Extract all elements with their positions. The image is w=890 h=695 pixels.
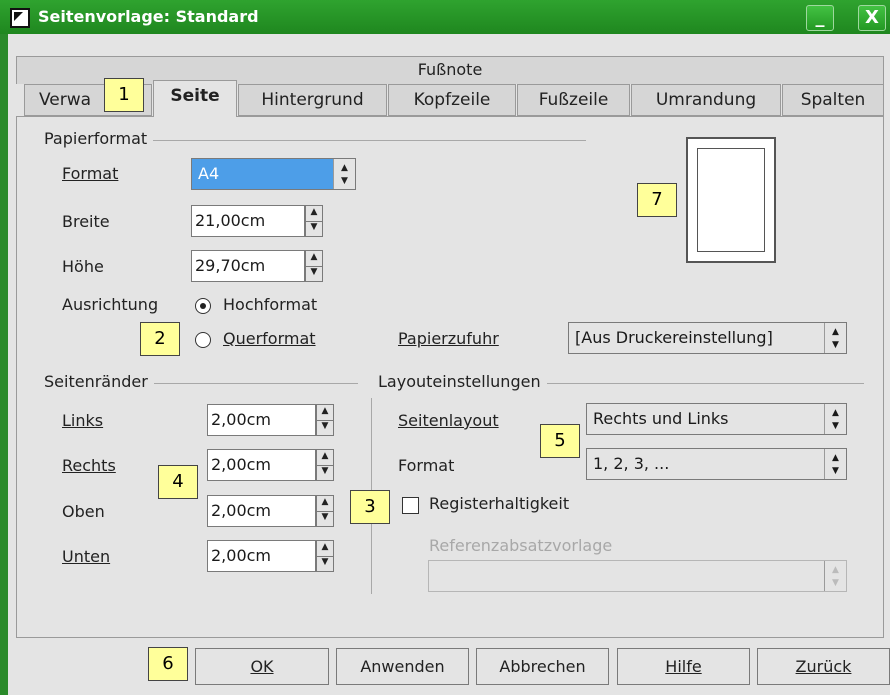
tab-fussnote[interactable]: Fußnote — [16, 56, 884, 84]
landscape-radio[interactable] — [195, 332, 211, 348]
paper-source-label: Papierzufuhr — [398, 329, 499, 348]
spin-up-icon[interactable]: ▲ — [306, 251, 322, 267]
numbering-format-select[interactable]: 1, 2, 3, ... ▲ ▼ — [586, 448, 847, 480]
orientation-label: Ausrichtung — [62, 295, 159, 314]
page-layout-select[interactable]: Rechts und Links ▲ ▼ — [586, 403, 847, 435]
page-preview — [686, 137, 776, 263]
margin-right-input[interactable]: 2,00cm — [207, 449, 316, 481]
ok-button[interactable]: OK — [195, 648, 329, 685]
title-bar[interactable]: Seitenvorlage: Standard _ X — [0, 0, 890, 34]
tab-fusszeile[interactable]: Fußzeile — [517, 84, 630, 116]
minimize-button[interactable]: _ — [806, 5, 834, 31]
height-label: Höhe — [62, 257, 104, 276]
tab-seite[interactable]: Seite — [153, 80, 237, 117]
group-label-layout: Layouteinstellungen — [378, 372, 547, 391]
spin-down-icon[interactable]: ▼ — [317, 465, 333, 480]
spin-up-icon[interactable]: ▲ — [317, 496, 333, 512]
callout-5: 5 — [540, 424, 580, 458]
callout-4: 4 — [158, 465, 198, 499]
height-spinner[interactable]: ▲ ▼ — [305, 250, 323, 282]
margin-left-spinner[interactable]: ▲ ▼ — [316, 404, 334, 436]
margin-top-input[interactable]: 2,00cm — [207, 495, 316, 527]
register-label[interactable]: Registerhaltigkeit — [429, 494, 569, 513]
updown-arrow-icon: ▲ ▼ — [333, 159, 355, 189]
page-layout-value: Rechts und Links — [593, 409, 729, 428]
tab-hintergrund[interactable]: Hintergrund — [238, 84, 387, 116]
paper-source-value: [Aus Druckereinstellung] — [575, 328, 773, 347]
numbering-format-label: Format — [398, 456, 455, 475]
back-button[interactable]: Zurück — [757, 648, 890, 685]
updown-arrow-icon: ▲ ▼ — [824, 404, 846, 434]
spin-up-icon[interactable]: ▲ — [306, 206, 322, 222]
margin-top-spinner[interactable]: ▲ ▼ — [316, 495, 334, 527]
numbering-format-value: 1, 2, 3, ... — [593, 454, 670, 473]
margin-right-spinner[interactable]: ▲ ▼ — [316, 449, 334, 481]
ref-style-select[interactable]: ▲ ▼ — [428, 560, 847, 592]
spin-up-icon[interactable]: ▲ — [317, 405, 333, 421]
format-label: Format — [62, 164, 119, 183]
tab-kopfzeile[interactable]: Kopfzeile — [388, 84, 516, 116]
group-label-seitenraender: Seitenränder — [44, 372, 154, 391]
margin-left-input[interactable]: 2,00cm — [207, 404, 316, 436]
page-layout-label: Seitenlayout — [398, 411, 499, 430]
help-button[interactable]: Hilfe — [617, 648, 750, 685]
register-checkbox[interactable] — [402, 497, 419, 514]
margin-bottom-spinner[interactable]: ▲ ▼ — [316, 540, 334, 572]
group-label-papierformat: Papierformat — [44, 129, 154, 148]
spin-up-icon[interactable]: ▲ — [317, 541, 333, 557]
landscape-label[interactable]: Querformat — [223, 329, 316, 348]
margin-bottom-input[interactable]: 2,00cm — [207, 540, 316, 572]
updown-arrow-icon: ▲ ▼ — [824, 449, 846, 479]
margin-bottom-label: Unten — [62, 547, 111, 566]
spin-down-icon[interactable]: ▼ — [306, 266, 322, 281]
callout-2: 2 — [140, 322, 180, 356]
spin-down-icon[interactable]: ▼ — [306, 221, 322, 236]
cancel-button[interactable]: Abbrechen — [476, 648, 609, 685]
width-input[interactable]: 21,00cm — [191, 205, 305, 237]
margin-right-label: Rechts — [62, 456, 116, 475]
margin-left-label: Links — [62, 411, 104, 430]
window-title: Seitenvorlage: Standard — [38, 7, 259, 26]
callout-3: 3 — [350, 490, 390, 524]
ref-style-label: Referenzabsatzvorlage — [429, 536, 613, 555]
callout-6: 6 — [148, 647, 188, 681]
apply-button[interactable]: Anwenden — [336, 648, 469, 685]
portrait-radio[interactable] — [195, 298, 211, 314]
close-button[interactable]: X — [858, 5, 886, 31]
width-label: Breite — [62, 212, 110, 231]
margin-top-label: Oben — [62, 502, 105, 521]
document-icon — [10, 8, 30, 28]
callout-1: 1 — [104, 78, 144, 112]
height-input[interactable]: 29,70cm — [191, 250, 305, 282]
portrait-label[interactable]: Hochformat — [223, 295, 317, 314]
spin-down-icon[interactable]: ▼ — [317, 420, 333, 435]
tab-spalten[interactable]: Spalten — [782, 84, 884, 116]
spin-down-icon[interactable]: ▼ — [317, 556, 333, 571]
callout-7: 7 — [637, 183, 677, 217]
spin-up-icon[interactable]: ▲ — [317, 450, 333, 466]
spin-down-icon[interactable]: ▼ — [317, 511, 333, 526]
width-spinner[interactable]: ▲ ▼ — [305, 205, 323, 237]
format-select-value: A4 — [198, 164, 220, 183]
format-select[interactable]: A4 ▲ ▼ — [191, 158, 356, 190]
page-preview-margins — [697, 148, 765, 252]
tab-umrandung[interactable]: Umrandung — [631, 84, 781, 116]
updown-arrow-icon: ▲ ▼ — [824, 561, 846, 591]
paper-source-select[interactable]: [Aus Druckereinstellung] ▲ ▼ — [568, 322, 847, 354]
updown-arrow-icon: ▲ ▼ — [824, 323, 846, 353]
